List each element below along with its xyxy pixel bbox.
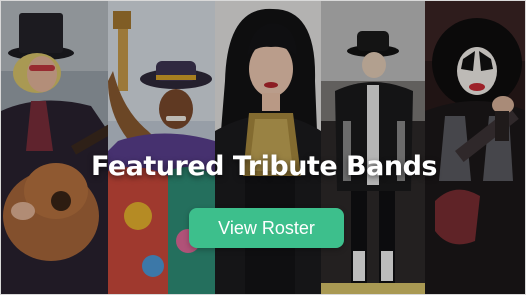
guitarist-in-top-hat-photo [1, 1, 108, 294]
performer-in-fedora-photo [321, 1, 425, 294]
banner-headline: Featured Tribute Bands [91, 151, 437, 182]
view-roster-button[interactable]: View Roster [189, 208, 344, 248]
guitarist-in-colorful-hat-photo [108, 1, 215, 294]
featured-tribute-bands-banner: Featured Tribute Bands View Roster [0, 0, 526, 295]
singer-with-bangs-photo [215, 1, 321, 294]
performer-in-face-paint-photo [425, 1, 525, 294]
